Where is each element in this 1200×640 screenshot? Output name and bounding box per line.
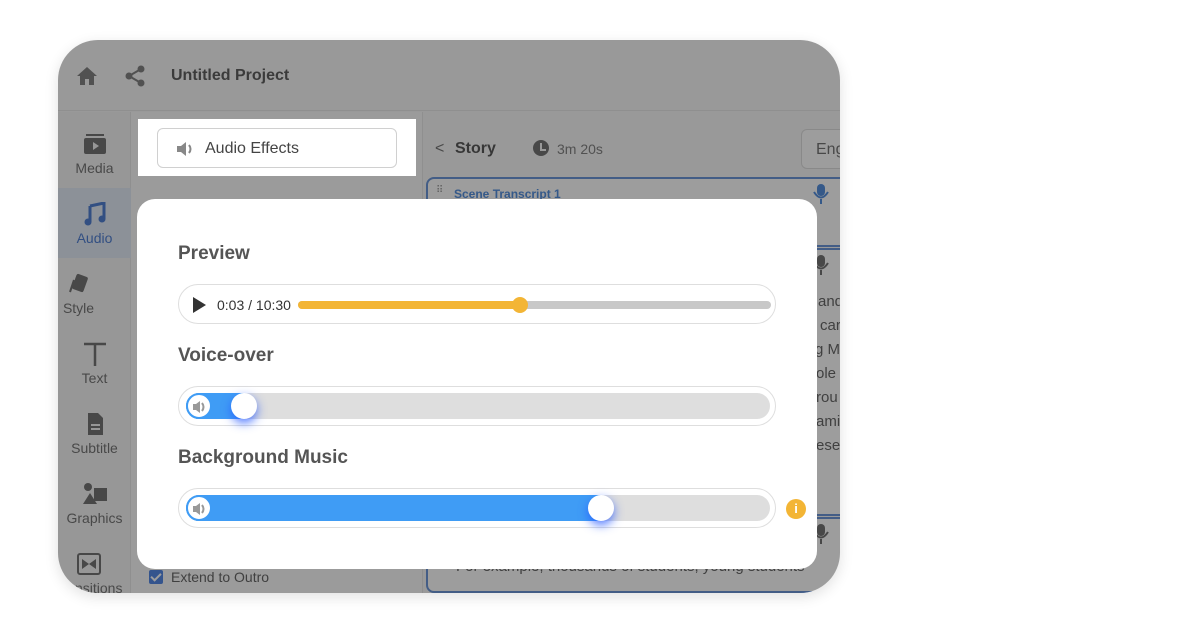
voice-over-volume-handle[interactable]	[231, 393, 257, 419]
background-music-volume-handle[interactable]	[588, 495, 614, 521]
preview-seek-bar[interactable]	[298, 297, 771, 313]
voice-over-volume-control	[178, 386, 776, 426]
preview-heading: Preview	[178, 243, 250, 264]
preview-player: 0:03 / 10:30	[178, 284, 776, 324]
volume-icon[interactable]	[186, 393, 212, 419]
preview-time: 0:03 / 10:30	[217, 297, 291, 313]
background-music-volume-control	[178, 488, 776, 528]
play-icon[interactable]	[193, 297, 206, 313]
voice-over-volume-slider[interactable]	[186, 393, 770, 419]
speaker-icon	[177, 142, 192, 156]
audio-effects-highlight: Audio Effects	[138, 119, 416, 176]
background-music-heading: Background Music	[178, 447, 348, 468]
audio-effects-button[interactable]: Audio Effects	[157, 128, 397, 168]
voice-over-heading: Voice-over	[178, 345, 274, 366]
background-music-volume-fill	[186, 495, 601, 521]
background-music-volume-slider[interactable]	[186, 495, 770, 521]
preview-seek-handle[interactable]	[512, 297, 528, 313]
audio-effects-label: Audio Effects	[205, 140, 299, 157]
volume-icon[interactable]	[186, 495, 212, 521]
info-icon[interactable]: i	[786, 499, 806, 519]
preview-progress-fill	[298, 301, 520, 309]
audio-effects-modal: Preview 0:03 / 10:30 Voice-over Backgrou…	[137, 199, 817, 569]
